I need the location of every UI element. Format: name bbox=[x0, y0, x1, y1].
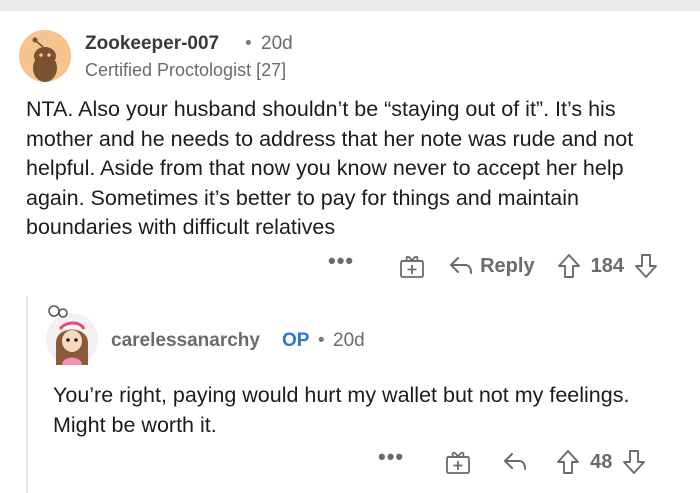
reply-arrow-icon[interactable] bbox=[502, 451, 528, 473]
reply-body: You’re right, paying would hurt my walle… bbox=[53, 383, 630, 437]
vote-score: 48 bbox=[590, 450, 613, 473]
reply-age: 20d bbox=[333, 330, 365, 351]
reply-action-bar: ••• 48 bbox=[378, 446, 646, 478]
meta-separator: • bbox=[318, 330, 325, 351]
downvote-icon[interactable] bbox=[634, 253, 658, 279]
downvote-icon[interactable] bbox=[622, 449, 646, 475]
reply-button[interactable]: Reply bbox=[448, 255, 535, 278]
award-icon[interactable] bbox=[398, 252, 426, 280]
top-divider bbox=[0, 0, 700, 11]
reply-label[interactable]: Reply bbox=[480, 255, 534, 278]
upvote-icon[interactable] bbox=[556, 449, 580, 475]
vote-score: 184 bbox=[590, 254, 624, 277]
more-options-icon[interactable]: ••• bbox=[378, 446, 404, 472]
thread-line[interactable] bbox=[26, 296, 28, 493]
reply-arrow-icon bbox=[450, 257, 473, 274]
more-options-icon[interactable]: ••• bbox=[328, 250, 354, 276]
op-badge: OP bbox=[282, 330, 310, 351]
comment-age: 20d bbox=[261, 33, 293, 54]
avatar[interactable] bbox=[44, 303, 100, 367]
upvote-icon[interactable] bbox=[557, 253, 581, 279]
avatar[interactable] bbox=[19, 30, 71, 82]
meta-separator: • bbox=[245, 33, 252, 54]
comment-body: NTA. Also your husband shouldn’t be “sta… bbox=[26, 97, 634, 239]
user-flair: Certified Proctologist [27] bbox=[85, 60, 287, 80]
comment-username[interactable]: Zookeeper-007 bbox=[85, 33, 219, 55]
reply-username[interactable]: carelessanarchy bbox=[111, 330, 260, 352]
award-icon[interactable] bbox=[444, 448, 472, 476]
comment-action-bar: ••• Reply 184 bbox=[328, 250, 658, 282]
